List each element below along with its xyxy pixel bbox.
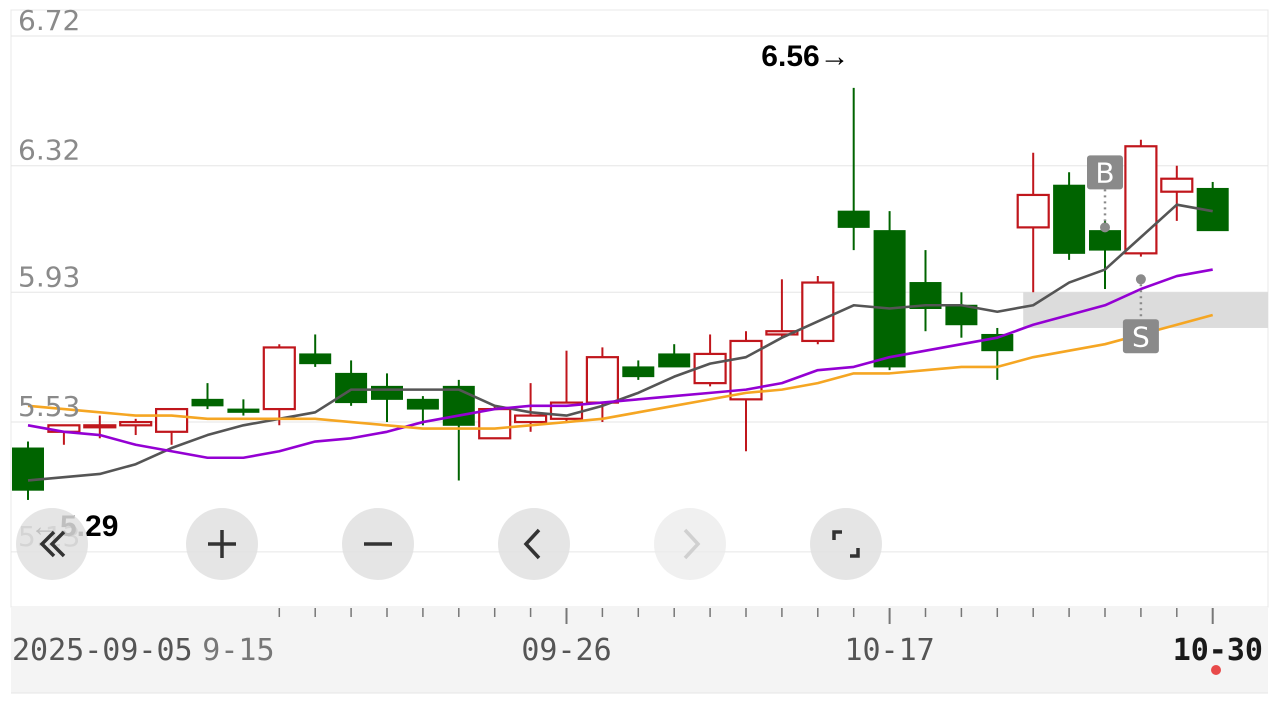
candle-body: [801, 281, 835, 343]
candle-body: [622, 366, 655, 378]
candle-body: [262, 346, 296, 411]
candle-body: [513, 414, 548, 424]
chevron-left-icon: [523, 528, 541, 560]
candle-body: [442, 385, 475, 426]
x-tick-label: 10-17: [844, 633, 934, 668]
candle-body: [658, 353, 691, 368]
x-axis: 2025-09-05 9-15 09-26 10-17 10-30: [11, 607, 1268, 694]
candle-body: [585, 356, 620, 404]
marker-label: S: [1132, 320, 1150, 353]
candle: [801, 276, 835, 345]
marker-dot: [1135, 274, 1146, 285]
marker-label: B: [1095, 156, 1114, 189]
double-chevron-left-icon: [39, 530, 66, 558]
candle-body: [873, 230, 906, 368]
minus-icon: [364, 542, 392, 546]
candle: [1196, 181, 1229, 232]
zoom-out-button[interactable]: [342, 508, 414, 580]
chevron-right-icon: [683, 528, 701, 560]
candle-body: [1016, 193, 1050, 229]
scroll-start-button[interactable]: [16, 508, 88, 580]
candle-body: [478, 407, 512, 440]
candle: [1124, 139, 1158, 257]
candle-body: [1160, 177, 1194, 193]
plus-icon: [208, 530, 236, 558]
x-tick-label: 2025-09-05: [12, 633, 193, 668]
y-tick-label: 6.32: [18, 134, 80, 167]
x-tick-label: 09-26: [521, 633, 611, 668]
candle-body: [837, 210, 870, 228]
candle-body: [191, 398, 224, 407]
scroll-left-button[interactable]: [498, 508, 570, 580]
current-date-dot: [1211, 665, 1221, 675]
y-tick-label: 6.72: [18, 4, 80, 37]
candle-body: [1053, 184, 1086, 254]
high-price-label: 6.56→: [761, 40, 849, 73]
x-tick-label: 10-30: [1173, 633, 1263, 668]
candle-body: [299, 353, 332, 365]
candle: [873, 211, 906, 371]
y-tick-label: 5.53: [18, 390, 80, 423]
candle-body: [1089, 230, 1121, 251]
candle-body: [155, 407, 189, 433]
candle-body: [406, 398, 439, 410]
candle-body: [227, 408, 260, 413]
x-axis-background: [11, 607, 1268, 693]
marker-dot: [1100, 222, 1110, 233]
candlestick-chart: 6.726.325.935.535.13 BS 6.56→←5.29 2025-…: [10, 4, 1269, 694]
fullscreen-button[interactable]: [810, 508, 882, 580]
candle-body: [83, 424, 117, 429]
x-tick-label: 9-15: [202, 633, 274, 668]
candle: [1053, 172, 1086, 260]
candle-body: [335, 372, 368, 404]
candle-body: [12, 447, 44, 491]
zoom-in-button[interactable]: [186, 508, 258, 580]
scroll-right-button[interactable]: [654, 508, 726, 580]
y-tick-label: 5.93: [18, 260, 80, 293]
candle-body: [119, 420, 153, 427]
fullscreen-icon: [832, 530, 860, 558]
